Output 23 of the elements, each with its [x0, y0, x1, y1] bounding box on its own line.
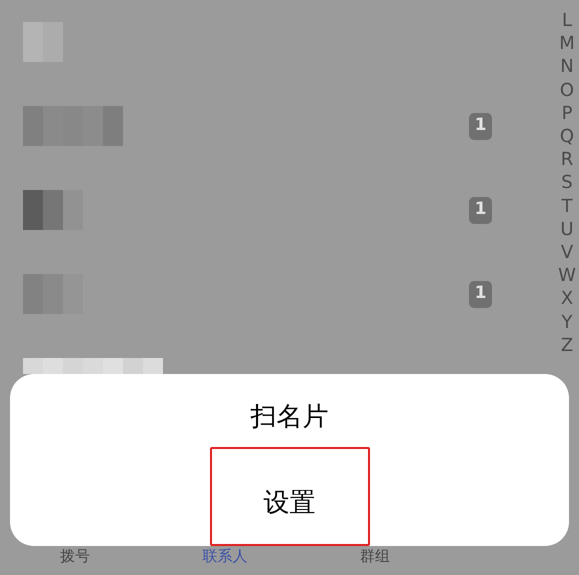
tab[interactable]: 拨号 — [0, 546, 150, 566]
index-letter[interactable]: W — [558, 264, 576, 288]
action-item[interactable]: 扫名片 — [250, 374, 328, 444]
index-letter[interactable]: M — [559, 32, 575, 56]
sim-badge: 1 — [469, 280, 492, 308]
index-letter[interactable]: U — [560, 218, 574, 242]
index-letter[interactable]: T — [562, 194, 572, 218]
sim-badge: 1 — [469, 196, 492, 224]
tab[interactable]: 联系人 — [150, 546, 300, 566]
index-letter[interactable]: N — [560, 55, 574, 79]
index-letter[interactable]: Y — [562, 310, 572, 334]
sim-badge: 1 — [469, 112, 492, 140]
index-letter[interactable]: O — [560, 78, 574, 102]
tab[interactable]: 群组 — [300, 546, 450, 566]
index-letter[interactable]: P — [562, 102, 572, 126]
action-item[interactable]: 设置 — [210, 447, 370, 546]
index-letter[interactable]: L — [562, 9, 572, 32]
index-letter[interactable]: S — [561, 171, 573, 195]
index-letter[interactable]: Z — [560, 334, 574, 358]
index-letter[interactable]: V — [560, 241, 574, 264]
index-letter[interactable]: X — [560, 287, 574, 311]
index-letter[interactable]: R — [560, 148, 574, 172]
index-letter[interactable]: Q — [560, 125, 574, 148]
